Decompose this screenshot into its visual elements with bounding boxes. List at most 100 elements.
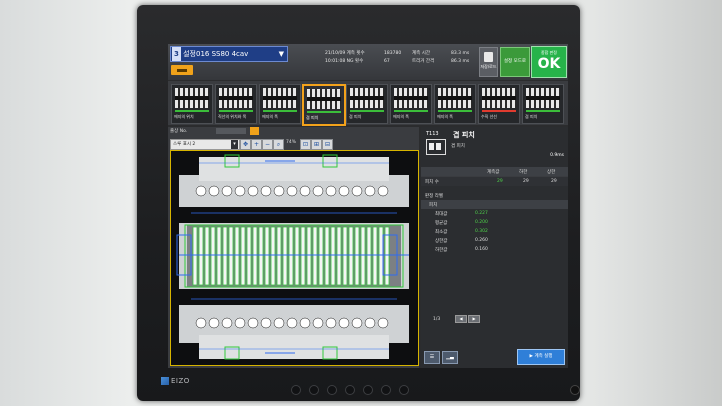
list-icon: ☰ xyxy=(429,354,435,360)
fit-window-icon[interactable]: ⊡ xyxy=(300,139,311,150)
table-row: 피치 수 29 29 29 xyxy=(421,176,568,186)
zoom-out-icon[interactable]: − xyxy=(262,139,273,150)
inspection-image[interactable] xyxy=(170,150,419,366)
overall-judgement-value: OK xyxy=(537,56,561,72)
tool-item[interactable]: 에지의 폭 xyxy=(434,84,476,124)
save-load-label: 저장/로드 xyxy=(480,64,497,69)
tool-status-bar xyxy=(438,110,472,112)
list-view-button[interactable]: ☰ xyxy=(424,351,440,364)
tool-thumbnail xyxy=(438,88,472,108)
tool-strip: 에지의 위치 직선의 위치와 폭 에지의 폭 겹 피치 겹 피치 에지의 폭 에… xyxy=(168,81,568,126)
list-item: 하한값 0.160 xyxy=(421,245,568,254)
graph-view-button[interactable]: ▁▃ xyxy=(442,351,458,364)
judge-item-label: 최대값 xyxy=(435,212,448,217)
power-button[interactable] xyxy=(570,385,580,395)
run-measure-label: 계측 실행 xyxy=(534,354,553,359)
graph-icon: ▁▃ xyxy=(446,354,454,360)
tool-item[interactable]: 겹 피치 xyxy=(522,84,564,124)
judge-title: 판정 라벨 xyxy=(421,191,568,200)
display-select-value: 스루 표시 2 xyxy=(173,142,196,147)
time-values: 83.3 ms 86.3 ms xyxy=(451,50,469,66)
actual-size-icon[interactable]: ⊞ xyxy=(311,139,322,150)
pitch-tool-icon xyxy=(426,139,446,155)
result-panel: T113 겹 피치 겹 피치 0.9ms 계측값 하한 상한 피치 수 29 2… xyxy=(421,127,568,368)
bezel-button[interactable] xyxy=(291,385,301,395)
tool-item[interactable]: 에지의 폭 xyxy=(390,84,432,124)
tool-label: 겹 피치 xyxy=(349,114,362,119)
tool-item[interactable]: 직선의 위치와 폭 xyxy=(215,84,257,124)
tool-item-active[interactable]: 겹 피치 xyxy=(302,84,346,126)
judge-group-label: 피치 xyxy=(429,203,438,208)
setup-mode-label: 설정 모드로 xyxy=(503,59,527,64)
judge-item-value: 0.302 xyxy=(475,229,488,234)
bezel-button[interactable] xyxy=(309,385,319,395)
col-lower: 하한 xyxy=(519,170,528,175)
camera-tab[interactable] xyxy=(171,65,193,75)
bezel-button[interactable] xyxy=(345,385,355,395)
tool-label: 수직 선선 xyxy=(481,114,497,119)
tool-status-bar xyxy=(350,110,384,112)
tool-label: 겹 피치 xyxy=(525,114,538,119)
save-load-button[interactable]: 저장/로드 xyxy=(479,47,498,77)
tool-label: 겹 피치 xyxy=(306,115,319,120)
tool-name: 겹 피치 xyxy=(453,131,475,139)
zoom-fit-icon[interactable]: ⌕ xyxy=(273,139,284,150)
tool-thumbnail xyxy=(307,89,341,109)
tool-thumbnail xyxy=(526,88,560,108)
list-item: 상한값 0.260 xyxy=(421,236,568,245)
bezel-button[interactable] xyxy=(399,385,409,395)
bezel-button[interactable] xyxy=(363,385,373,395)
judge-item-label: 최소값 xyxy=(435,230,448,235)
tool-status-bar xyxy=(175,110,209,112)
tool-label: 에지의 위치 xyxy=(174,114,194,119)
next-page-button[interactable]: ▶ xyxy=(468,315,480,323)
col-measured: 계측값 xyxy=(487,170,500,175)
image-number-field[interactable] xyxy=(216,128,246,134)
brand-logo: EIZO xyxy=(161,377,190,385)
inspection-image-graphic xyxy=(176,154,409,360)
prev-page-button[interactable]: ◀ xyxy=(455,315,467,323)
save-icon xyxy=(484,52,493,62)
info-ng-count: 67 xyxy=(384,59,390,64)
image-mode-button[interactable] xyxy=(250,127,259,135)
page-indicator: 1/3 xyxy=(433,317,441,322)
row-upper: 29 xyxy=(551,179,557,184)
chevron-down-icon: ▼ xyxy=(278,50,284,58)
col-upper: 상한 xyxy=(547,170,556,175)
brand-name: EIZO xyxy=(171,377,190,385)
tool-item[interactable]: 에지의 위치 xyxy=(171,84,213,124)
tool-item[interactable]: 에지의 폭 xyxy=(259,84,301,124)
image-panel: 출상 No. 스루 표시 2 ▾ ✥ + − ⌕ 74% ⊡ ⊞ ⊟ xyxy=(168,127,419,368)
time-labels: 계측 시간 트리거 간격 xyxy=(412,50,434,66)
tool-status-bar xyxy=(394,110,428,112)
display-select[interactable]: 스루 표시 2 ▾ xyxy=(170,139,240,150)
setup-mode-button[interactable]: 설정 모드로 xyxy=(500,47,530,77)
top-bar: 3 설정016 SS80 4cav ▼ 21/10/09 계측 횟수 10:01… xyxy=(168,44,568,80)
judge-item-value: 0.227 xyxy=(475,211,488,216)
tool-status-bar xyxy=(263,110,297,112)
camera-icon xyxy=(177,69,187,72)
overlay-toggle-icon[interactable]: ⊟ xyxy=(322,139,333,150)
pan-icon[interactable]: ✥ xyxy=(240,139,251,150)
screen: 3 설정016 SS80 4cav ▼ 21/10/09 계측 횟수 10:01… xyxy=(168,44,568,368)
tool-thumbnail xyxy=(482,88,516,108)
program-selector[interactable]: 3 설정016 SS80 4cav ▼ xyxy=(170,46,288,62)
result-header: T113 겹 피치 겹 피치 0.9ms xyxy=(421,127,568,163)
tool-thumbnail xyxy=(394,88,428,108)
bezel-button[interactable] xyxy=(327,385,337,395)
judge-list: 판정 라벨 피치 최대값 0.227 평균값 0.200 최소값 0.302 상한값 0… xyxy=(421,191,568,254)
tool-time: 0.9ms xyxy=(550,153,564,158)
tool-subtitle: 겹 피치 xyxy=(451,144,465,149)
info-trigger-label: 트리거 간격 xyxy=(412,59,435,64)
judge-item-value: 0.260 xyxy=(475,238,488,243)
row-measured: 29 xyxy=(497,179,503,184)
image-number-label: 출상 No. xyxy=(170,129,188,134)
tool-item[interactable]: 겹 피치 xyxy=(346,84,388,124)
bezel-button[interactable] xyxy=(381,385,391,395)
info-time: 10:01:08 NG 횟수 xyxy=(325,59,364,64)
tool-item[interactable]: 수직 선선 xyxy=(478,84,520,124)
judge-item-label: 하한값 xyxy=(435,248,448,253)
info-date: 21/10/09 계측 횟수 xyxy=(325,51,365,56)
run-measure-button[interactable]: ▶ 계측 실행 xyxy=(517,349,565,365)
zoom-in-icon[interactable]: + xyxy=(251,139,262,150)
